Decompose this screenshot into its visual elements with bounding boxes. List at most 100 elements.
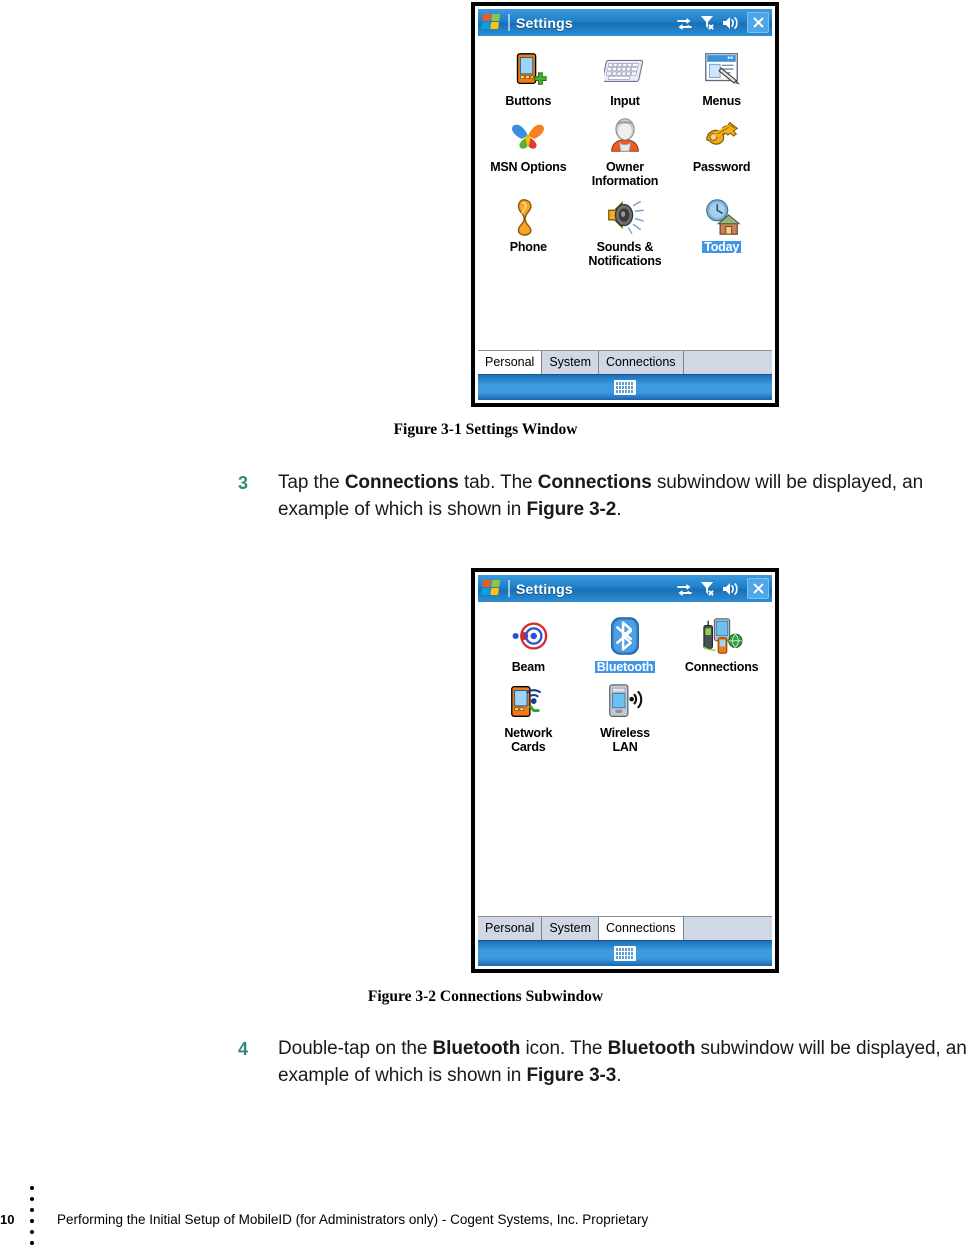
sip-bar xyxy=(478,374,772,400)
step-number: 3 xyxy=(238,473,249,493)
settings-item-label: Phone xyxy=(509,240,547,254)
tab-personal[interactable]: Personal xyxy=(478,917,543,940)
titlebar: Settings xyxy=(478,9,772,36)
step-3: 3 Tap the Connections tab. The Connectio… xyxy=(238,470,971,523)
settings-item-label: Wireless LAN xyxy=(600,726,650,754)
step-number: 4 xyxy=(238,1039,249,1059)
titlebar-icon-group xyxy=(676,12,770,33)
tab-connections[interactable]: Connections xyxy=(599,351,684,374)
settings-item-password[interactable]: Password xyxy=(673,108,770,188)
footer-text: Performing the Initial Setup of MobileID… xyxy=(57,1212,649,1227)
connections-icon-grid: Beam Bluetooth Connections Network Cards xyxy=(478,602,772,916)
footer-dot xyxy=(30,1186,34,1190)
settings-item-label: Sounds & Notifications xyxy=(588,240,662,268)
settings-item-label: Connections xyxy=(684,660,759,674)
settings-item-network-cards[interactable]: Network Cards xyxy=(480,674,577,754)
settings-item-today[interactable]: Today xyxy=(673,188,770,268)
titlebar-title: Settings xyxy=(516,14,573,31)
settings-item-label: Password xyxy=(692,160,751,174)
keyboard-sip-icon[interactable] xyxy=(614,380,636,395)
settings-item-label: Beam xyxy=(511,660,545,674)
settings-item-connections[interactable]: Connections xyxy=(673,608,770,674)
settings-item-label: Buttons xyxy=(505,94,552,108)
tab-connections[interactable]: Connections xyxy=(599,917,684,940)
settings-item-wireless-lan[interactable]: Wireless LAN xyxy=(577,674,674,754)
pda-buttons-icon xyxy=(506,48,550,92)
settings-item-label-selected: Today xyxy=(701,240,743,254)
icon-row: Network Cards Wireless LAN xyxy=(480,674,770,754)
icon-cell-empty xyxy=(673,674,770,754)
titlebar-divider xyxy=(508,14,510,31)
signal-off-icon[interactable] xyxy=(700,581,715,596)
windows-logo-icon xyxy=(481,580,503,597)
volume-icon[interactable] xyxy=(722,16,740,30)
settings-item-label: MSN Options xyxy=(490,160,567,174)
beam-target-icon xyxy=(506,614,550,658)
close-icon xyxy=(753,17,764,28)
device-screen: Settings Buttons Input Menus MSN Options… xyxy=(478,9,772,400)
icon-row: MSN Options Owner Information Password xyxy=(480,108,770,188)
password-key-icon xyxy=(700,114,744,158)
tab-personal[interactable]: Personal xyxy=(478,351,543,374)
keyboard-icon xyxy=(603,48,647,92)
tabbar-filler xyxy=(683,917,772,940)
footer-dot xyxy=(30,1219,34,1223)
device-screen: Settings Beam Bluetooth Connections Netw… xyxy=(478,575,772,966)
titlebar: Settings xyxy=(478,575,772,602)
footer-dot-rule xyxy=(30,1186,34,1245)
network-card-icon xyxy=(506,680,550,724)
wireless-lan-icon xyxy=(603,680,647,724)
settings-icon-grid: Buttons Input Menus MSN Options Owner In… xyxy=(478,36,772,350)
settings-item-sounds-notifications[interactable]: Sounds & Notifications xyxy=(577,188,674,268)
step-4: 4 Double-tap on the Bluetooth icon. The … xyxy=(238,1036,971,1089)
step-text: Tap the Connections tab. The Connections… xyxy=(278,472,924,520)
titlebar-icon-group xyxy=(676,578,770,599)
connectivity-icon[interactable] xyxy=(676,16,693,30)
tab-system[interactable]: System xyxy=(542,917,600,940)
footer-dot xyxy=(30,1208,34,1212)
volume-icon[interactable] xyxy=(722,582,740,596)
device-screenshot-settings-window: Settings Buttons Input Menus MSN Options… xyxy=(471,2,779,407)
keyboard-sip-icon[interactable] xyxy=(614,946,636,961)
settings-item-phone[interactable]: Phone xyxy=(480,188,577,268)
settings-item-label: Owner Information xyxy=(591,160,659,188)
sip-bar xyxy=(478,940,772,966)
footer-dot xyxy=(30,1241,34,1245)
settings-item-label: Input xyxy=(610,94,640,108)
connections-devices-icon xyxy=(700,614,744,658)
today-clock-house-icon xyxy=(700,194,744,238)
menus-window-icon xyxy=(700,48,744,92)
msn-butterfly-icon xyxy=(506,114,550,158)
settings-item-msn-options[interactable]: MSN Options xyxy=(480,108,577,188)
settings-item-owner-information[interactable]: Owner Information xyxy=(577,108,674,188)
settings-item-beam[interactable]: Beam xyxy=(480,608,577,674)
page-number: 10 xyxy=(0,1212,15,1227)
close-button[interactable] xyxy=(747,578,769,599)
bluetooth-icon xyxy=(603,614,647,658)
tab-system[interactable]: System xyxy=(542,351,600,374)
windows-logo-icon xyxy=(481,14,503,31)
settings-tabbar: Personal System Connections xyxy=(478,916,772,940)
close-button[interactable] xyxy=(747,12,769,33)
tabbar-filler xyxy=(683,351,772,374)
step-text: Double-tap on the Bluetooth icon. The Bl… xyxy=(278,1038,967,1086)
connectivity-icon[interactable] xyxy=(676,582,693,596)
figure-2-caption: Figure 3-2 Connections Subwindow xyxy=(367,988,604,1005)
titlebar-divider xyxy=(508,580,510,597)
footer-dot xyxy=(30,1230,34,1234)
settings-tabbar: Personal System Connections xyxy=(478,350,772,374)
figure-1-caption: Figure 3-1 Settings Window xyxy=(393,421,578,438)
icon-row: Phone Sounds & Notifications Today xyxy=(480,188,770,268)
settings-item-menus[interactable]: Menus xyxy=(673,42,770,108)
settings-item-label: Network Cards xyxy=(504,726,553,754)
settings-item-bluetooth[interactable]: Bluetooth xyxy=(577,608,674,674)
settings-item-input[interactable]: Input xyxy=(577,42,674,108)
speaker-sound-icon xyxy=(603,194,647,238)
signal-off-icon[interactable] xyxy=(700,15,715,30)
icon-row: Buttons Input Menus xyxy=(480,42,770,108)
icon-row: Beam Bluetooth Connections xyxy=(480,608,770,674)
settings-item-label-selected: Bluetooth xyxy=(593,660,657,674)
settings-item-buttons[interactable]: Buttons xyxy=(480,42,577,108)
titlebar-title: Settings xyxy=(516,580,573,597)
owner-person-icon xyxy=(603,114,647,158)
